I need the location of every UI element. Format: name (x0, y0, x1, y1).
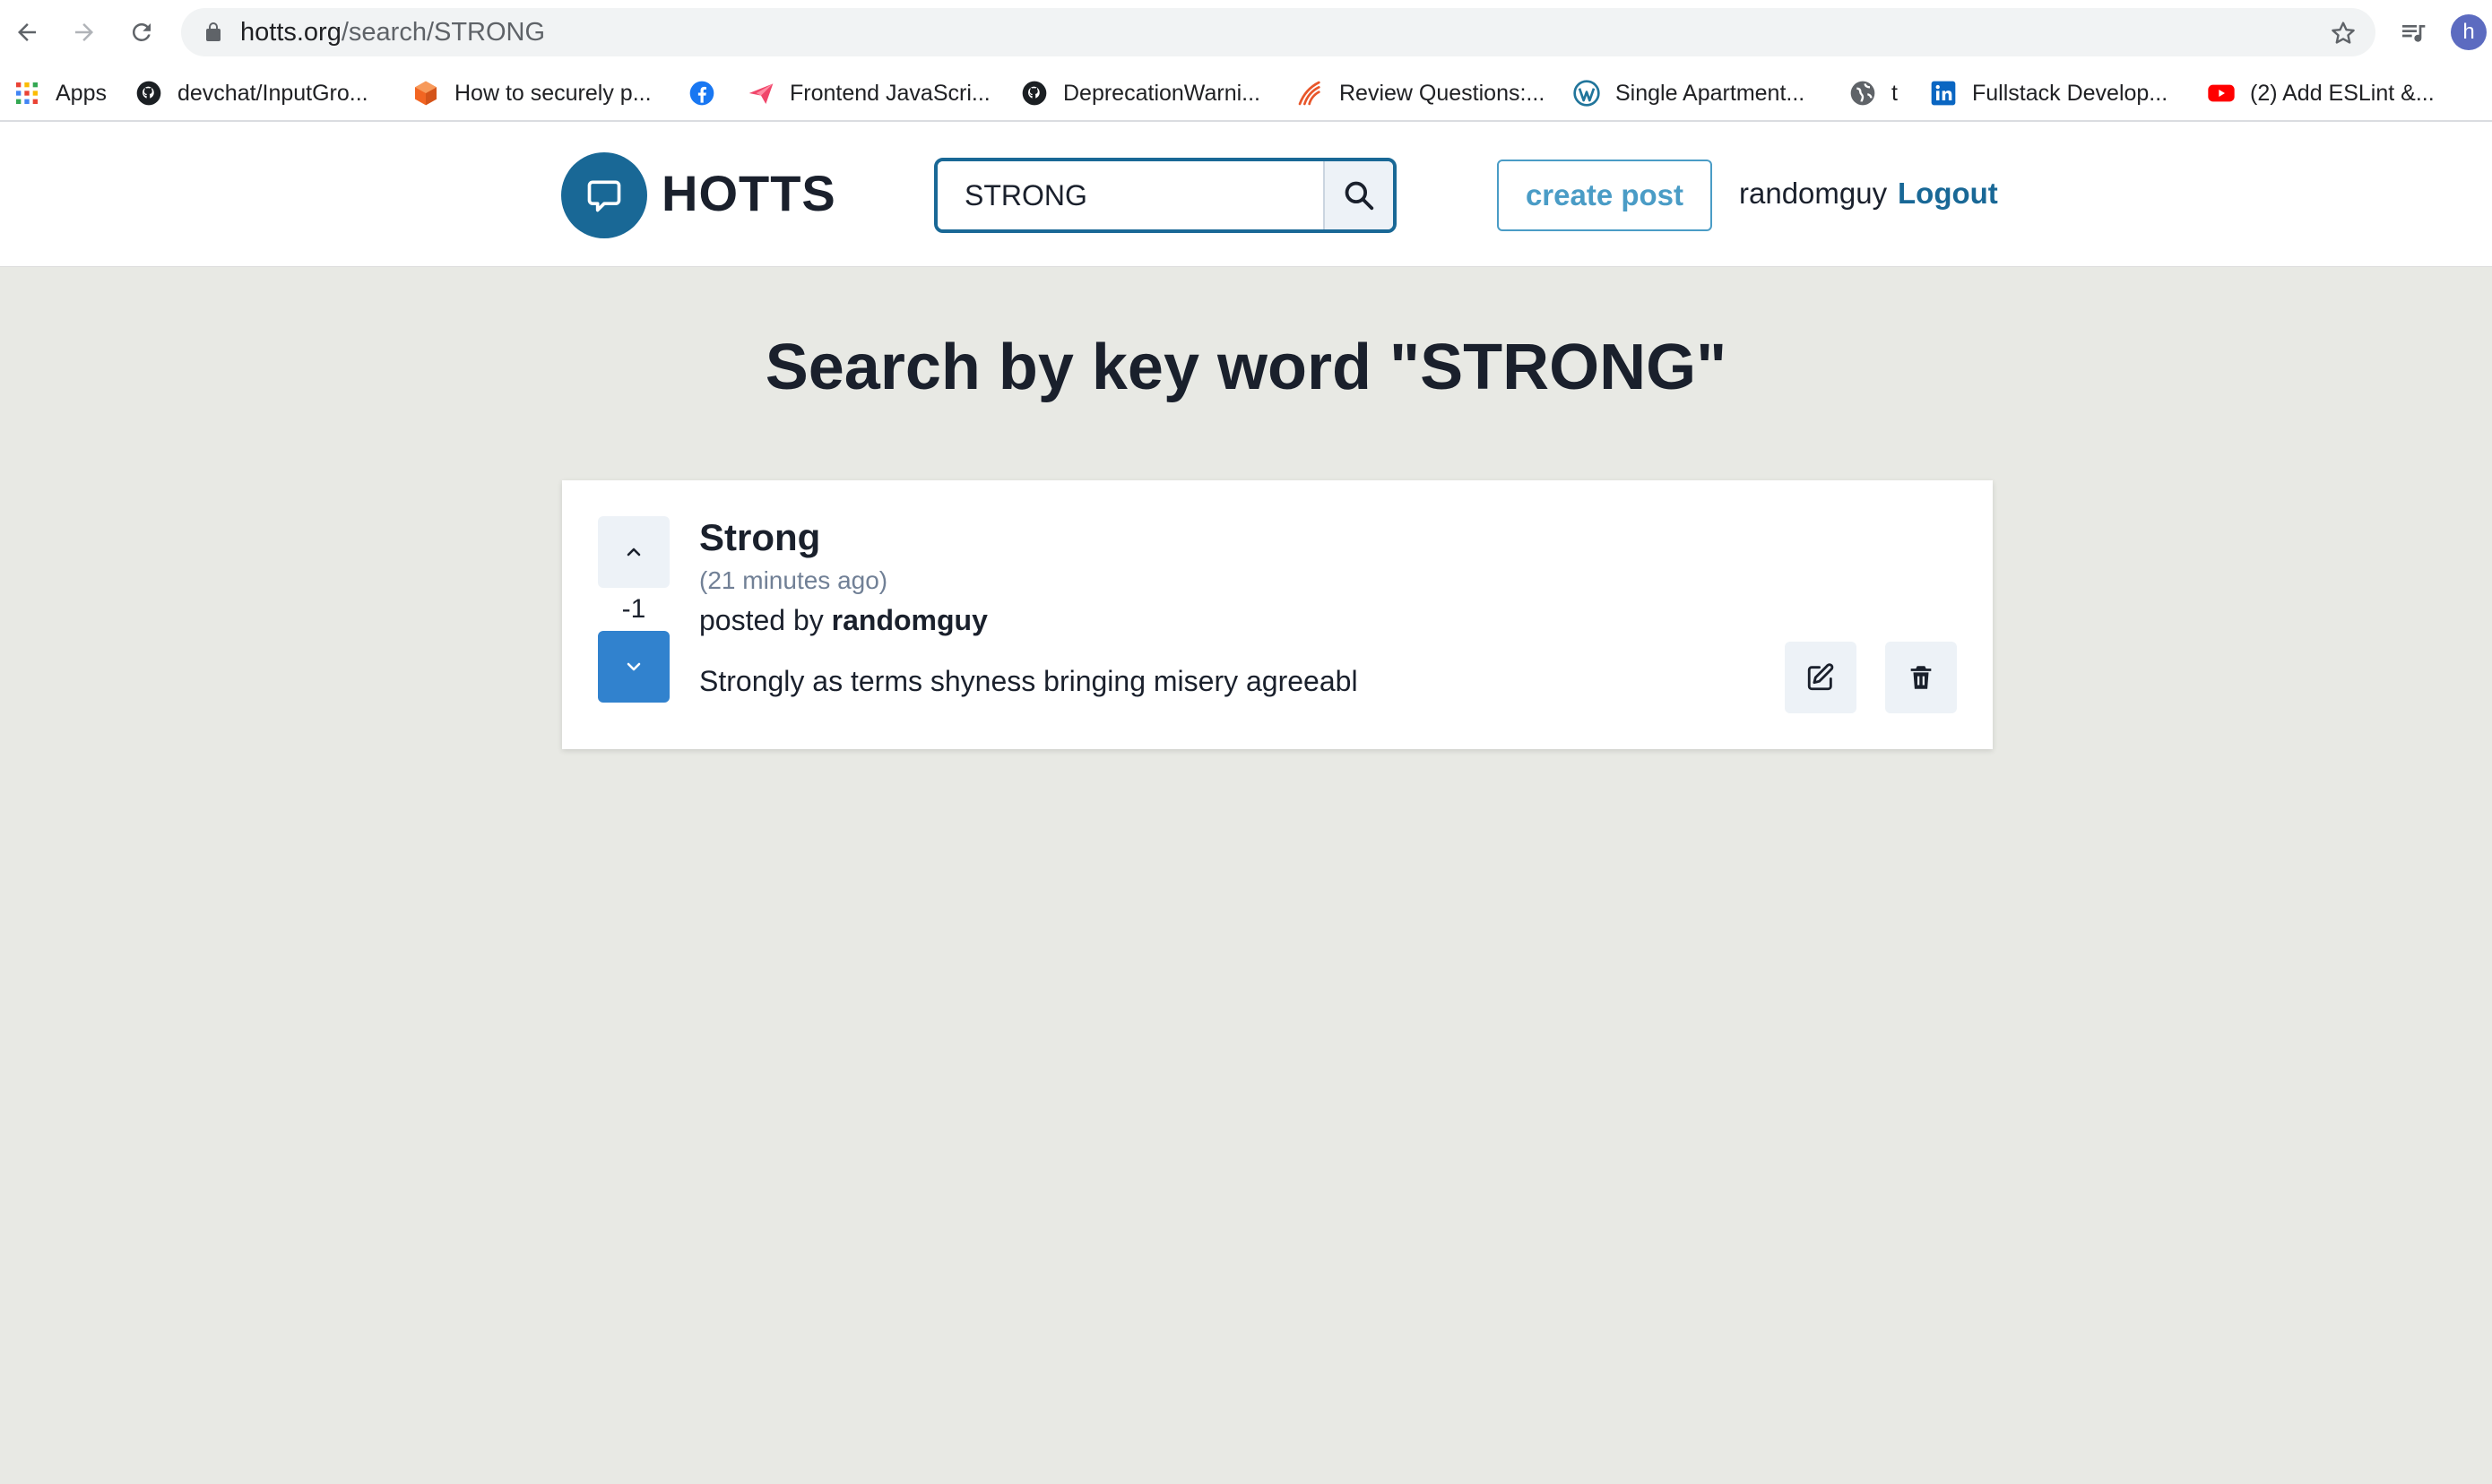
bookmark-star-icon[interactable] (2329, 19, 2358, 47)
downvote-button[interactable] (598, 631, 670, 703)
create-post-button[interactable]: create post (1497, 160, 1712, 231)
url-text: hotts.org/search/STRONG (240, 8, 545, 56)
reload-icon (132, 22, 151, 41)
edit-icon (1807, 663, 1834, 691)
browser-toolbar: hotts.org/search/STRONG h (0, 0, 2492, 65)
logo[interactable] (561, 152, 647, 238)
globe-icon (1848, 79, 1877, 108)
url-domain: hotts.org (240, 18, 342, 47)
youtube-icon (2207, 79, 2236, 108)
linkedin-icon (1929, 79, 1958, 108)
search-icon (1345, 181, 1374, 211)
playlist-icon (2402, 25, 2426, 42)
bookmark-apps[interactable]: Apps (13, 65, 107, 122)
bookmark-label: (2) Add ESLint &... (2250, 80, 2435, 106)
site-header: HOTTS create post randomguy Logout (0, 122, 2492, 267)
delete-post-button[interactable] (1885, 642, 1957, 713)
bookmark-label: Frontend JavaScri... (790, 80, 991, 106)
bookmark-label: t (1891, 80, 1898, 106)
bookmark-deprecation[interactable]: DeprecationWarni... (1020, 65, 1260, 122)
bookmark-review-questions[interactable]: Review Questions:... (1296, 65, 1545, 122)
search-box (934, 158, 1397, 233)
post-body: Strongly as terms shyness bringing miser… (699, 665, 1358, 697)
upvote-button[interactable] (598, 516, 670, 588)
arrow-right-icon (75, 23, 93, 41)
bookmark-label: DeprecationWarni... (1063, 80, 1260, 106)
paper-plane-icon (747, 79, 775, 108)
post-timestamp: (21 minutes ago) (699, 566, 888, 594)
arrow-left-icon (18, 23, 36, 41)
chat-bubble-icon (587, 180, 621, 212)
logo-text[interactable]: HOTTS (662, 158, 836, 229)
chevron-up-icon (627, 548, 641, 556)
bookmark-label: Fullstack Develop... (1972, 80, 2168, 106)
bookmark-frontend-javascript[interactable]: Frontend JavaScri... (747, 65, 991, 122)
lock-icon (206, 22, 221, 41)
quill-icon (1296, 79, 1325, 108)
post-card: -1 Strong (21 minutes ago) posted by ran… (562, 480, 1993, 749)
apps-grid-icon (13, 79, 41, 108)
page-title: Search by key word "STRONG" (765, 332, 1727, 403)
edit-post-button[interactable] (1785, 642, 1856, 713)
bookmark-devchat[interactable]: devchat/InputGro... (134, 65, 368, 122)
back-button[interactable] (7, 13, 47, 52)
logout-link[interactable]: Logout (1898, 174, 1998, 213)
bookmark-facebook[interactable] (688, 65, 731, 122)
bookmark-single-apartment[interactable]: Single Apartment... (1572, 65, 1804, 122)
vote-count: -1 (621, 594, 646, 624)
search-input[interactable] (938, 161, 1327, 229)
media-control-button[interactable] (2393, 13, 2433, 52)
username: randomguy (1739, 177, 1888, 210)
bookmarks-bar: Apps devchat/InputGro... How to securely… (0, 65, 2492, 122)
reload-button[interactable] (122, 13, 161, 52)
profile-avatar[interactable]: h (2451, 14, 2487, 50)
posted-by-prefix: posted by (699, 604, 824, 636)
bookmark-securely[interactable]: How to securely p... (411, 65, 652, 122)
bookmark-label: Single Apartment... (1615, 80, 1805, 106)
url-path: /search/STRONG (341, 18, 546, 47)
post-author[interactable]: randomguy (832, 604, 988, 636)
search-button[interactable] (1323, 161, 1393, 229)
bookmark-fullstack[interactable]: Fullstack Develop... (1929, 65, 2168, 122)
forward-button[interactable] (65, 13, 104, 52)
wordpress-icon (1572, 79, 1601, 108)
bookmark-label: How to securely p... (454, 80, 652, 106)
bookmark-eslint[interactable]: (2) Add ESLint &... (2207, 65, 2435, 122)
trash-icon (1910, 666, 1932, 689)
github-icon (134, 79, 163, 108)
chevron-down-icon (627, 662, 641, 671)
bookmark-label: Review Questions:... (1339, 80, 1545, 106)
post-author-line: posted by randomguy (699, 600, 988, 640)
post-title[interactable]: Strong (699, 514, 820, 561)
cube-icon (411, 79, 440, 108)
bookmark-label: devchat/InputGro... (177, 80, 368, 106)
bookmark-label: Apps (56, 80, 107, 106)
facebook-icon (688, 79, 716, 108)
bookmark-t[interactable]: t (1848, 65, 1898, 122)
address-bar[interactable]: hotts.org/search/STRONG (181, 8, 2375, 56)
github-icon (1020, 79, 1049, 108)
